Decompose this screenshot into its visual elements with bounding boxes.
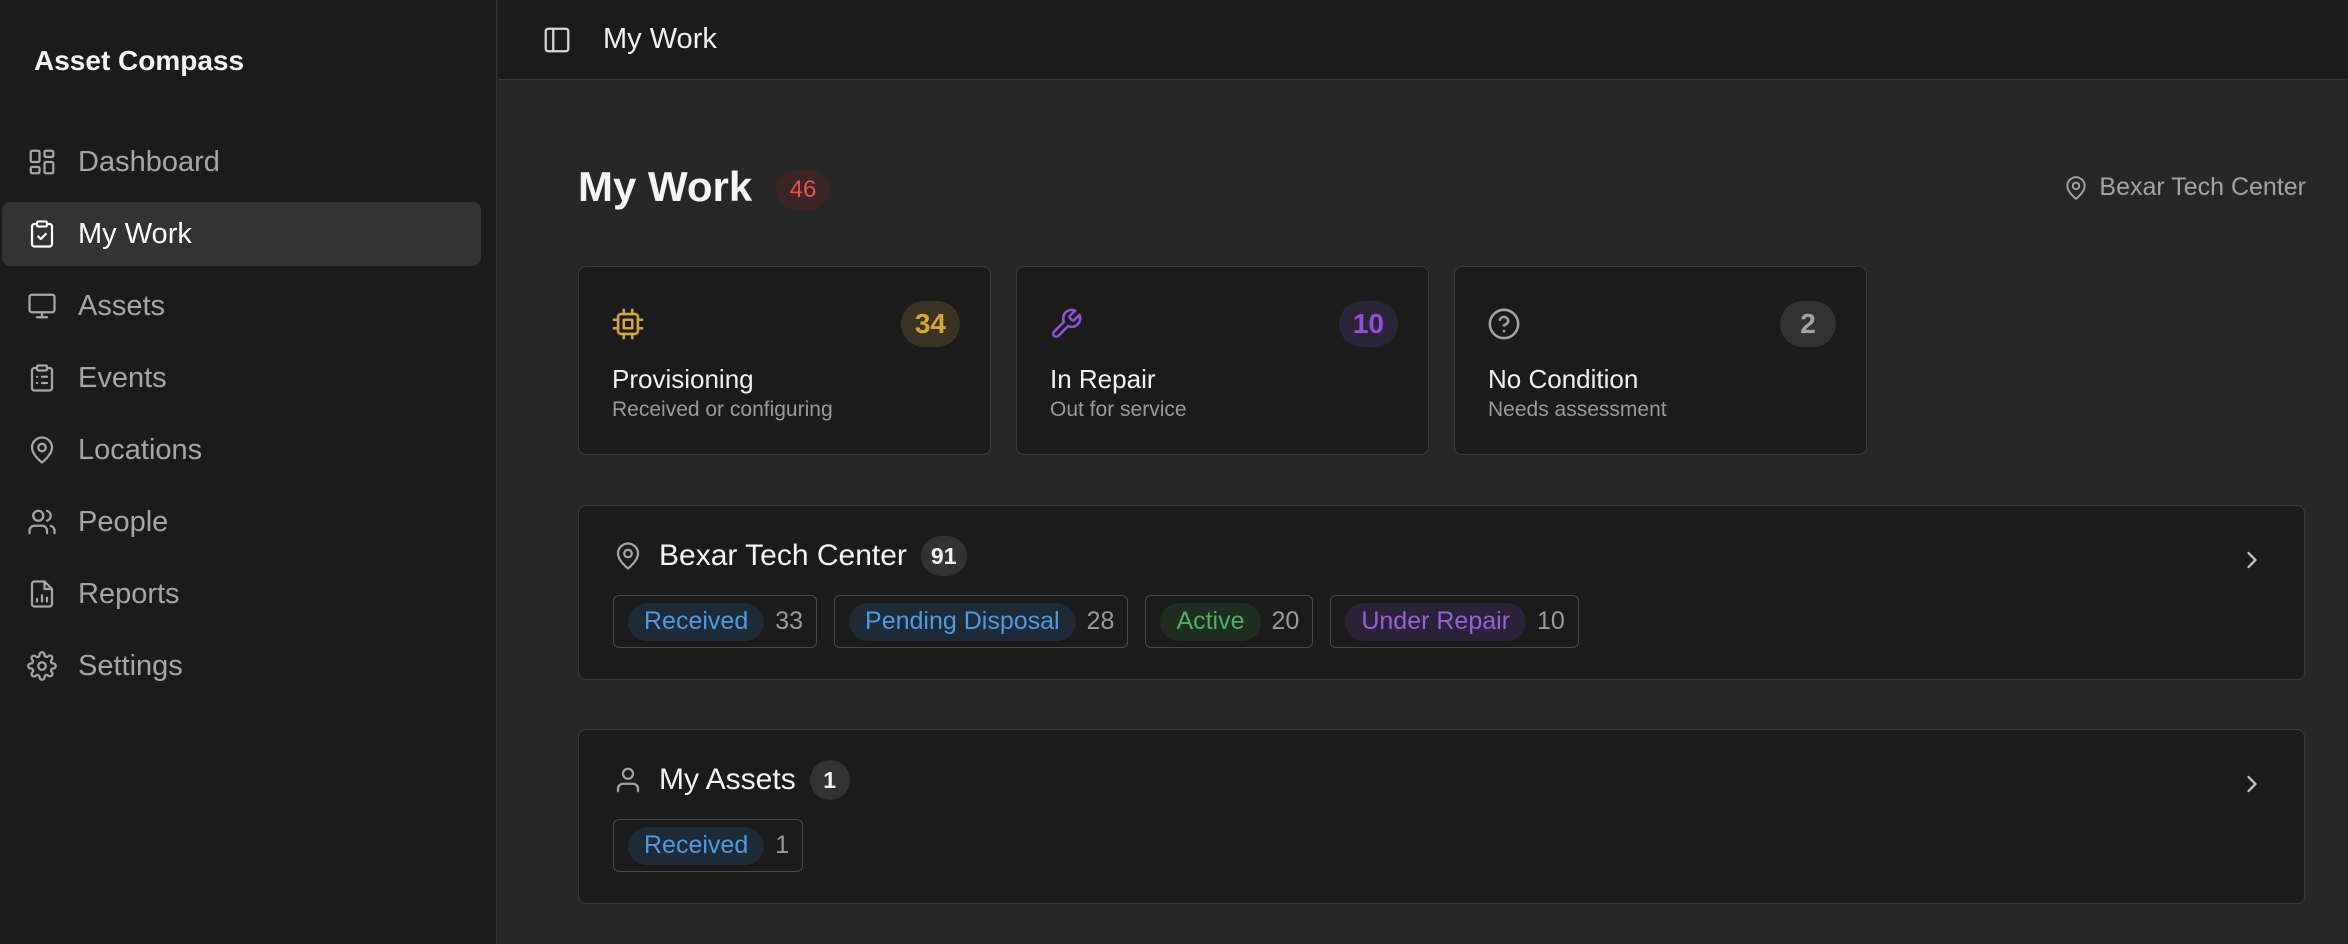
status-chips: Received 1	[613, 819, 820, 872]
stat-count: 2	[1780, 301, 1836, 347]
chevron-right-icon[interactable]	[2238, 546, 2266, 574]
help-circle-icon	[1487, 307, 1521, 341]
sidebar-item-locations[interactable]: Locations	[2, 418, 481, 482]
group-card-location[interactable]: Bexar Tech Center 91 Received 33 Pending…	[578, 505, 2305, 680]
status-chip-pending-disposal[interactable]: Pending Disposal 28	[834, 595, 1129, 648]
monitor-icon	[26, 290, 58, 322]
status-chip-received[interactable]: Received 33	[613, 595, 818, 648]
group-count-badge: 1	[809, 760, 850, 800]
top-bar: My Work	[498, 0, 2348, 80]
status-label: Received	[628, 602, 765, 641]
group-header: Bexar Tech Center 91	[613, 536, 967, 576]
sidebar-item-dashboard[interactable]: Dashboard	[2, 130, 481, 194]
stat-card-provisioning[interactable]: 34 Provisioning Received or configuring	[578, 266, 991, 455]
sidebar-item-label: Settings	[78, 649, 183, 682]
status-count: 10	[1537, 607, 1565, 635]
dashboard-icon	[26, 146, 58, 178]
location-name: Bexar Tech Center	[2099, 173, 2306, 201]
status-count: 33	[775, 607, 804, 635]
status-label: Active	[1160, 602, 1261, 641]
sidebar-item-label: Reports	[78, 577, 180, 610]
stat-title: In Repair	[1050, 364, 1156, 394]
stat-count: 34	[900, 301, 960, 347]
stat-title: Provisioning	[612, 364, 754, 394]
group-card-my-assets[interactable]: My Assets 1 Received 1	[578, 729, 2305, 904]
sidebar-item-people[interactable]: People	[2, 490, 481, 554]
file-chart-icon	[26, 578, 58, 610]
status-chips: Received 33 Pending Disposal 28 Active 2…	[613, 595, 1596, 648]
status-chip-active[interactable]: Active 20	[1145, 595, 1314, 648]
work-count-badge: 46	[776, 170, 830, 210]
map-pin-icon	[26, 434, 58, 466]
sidebar-item-reports[interactable]: Reports	[2, 562, 481, 626]
page-title: My Work	[578, 163, 753, 210]
sidebar-toggle-icon[interactable]	[541, 24, 573, 56]
group-title: Bexar Tech Center	[659, 539, 907, 572]
stat-card-no-condition[interactable]: 2 No Condition Needs assessment	[1454, 266, 1867, 455]
stat-title: No Condition	[1488, 364, 1639, 394]
status-label: Pending Disposal	[849, 602, 1076, 641]
sidebar-item-settings[interactable]: Settings	[2, 634, 481, 698]
status-chip-received[interactable]: Received 1	[613, 819, 804, 872]
app-brand: Asset Compass	[34, 45, 245, 76]
chevron-right-icon[interactable]	[2238, 770, 2266, 798]
group-title: My Assets	[659, 763, 796, 796]
sidebar-item-label: Events	[78, 361, 167, 394]
status-label: Received	[628, 826, 765, 865]
map-pin-icon	[613, 541, 643, 571]
sidebar-item-label: My Work	[78, 217, 192, 250]
wrench-icon	[1049, 307, 1083, 341]
users-icon	[26, 506, 58, 538]
sidebar-item-events[interactable]: Events	[2, 346, 481, 410]
sidebar-item-label: Assets	[78, 289, 166, 322]
stat-subtitle: Received or configuring	[612, 398, 833, 421]
sidebar-item-assets[interactable]: Assets	[2, 274, 481, 338]
status-count: 1	[775, 831, 790, 859]
group-header: My Assets 1	[613, 760, 850, 800]
sidebar: Asset Compass Dashboard My Work Assets E…	[0, 0, 497, 944]
stat-count: 10	[1338, 301, 1398, 347]
cpu-chip-icon	[611, 307, 645, 341]
status-chip-under-repair[interactable]: Under Repair 10	[1330, 595, 1579, 648]
status-label: Under Repair	[1345, 602, 1527, 641]
clipboard-check-icon	[26, 218, 58, 250]
gear-icon	[26, 650, 58, 682]
user-icon	[613, 765, 643, 795]
sidebar-item-my-work[interactable]: My Work	[2, 202, 481, 266]
map-pin-icon	[2066, 175, 2087, 200]
stat-card-in-repair[interactable]: 10 In Repair Out for service	[1016, 266, 1429, 455]
breadcrumb: My Work	[603, 23, 717, 55]
sidebar-item-label: Dashboard	[78, 145, 220, 178]
status-count: 28	[1086, 607, 1115, 635]
clipboard-list-icon	[26, 362, 58, 394]
sidebar-item-label: People	[78, 505, 169, 538]
status-count: 20	[1271, 607, 1300, 635]
stat-subtitle: Out for service	[1050, 398, 1187, 421]
location-selector[interactable]: Bexar Tech Center	[2063, 173, 2306, 202]
group-count-badge: 91	[920, 536, 967, 576]
stat-subtitle: Needs assessment	[1488, 398, 1667, 421]
sidebar-nav: Dashboard My Work Assets Events Location…	[2, 130, 481, 706]
sidebar-item-label: Locations	[78, 433, 203, 466]
